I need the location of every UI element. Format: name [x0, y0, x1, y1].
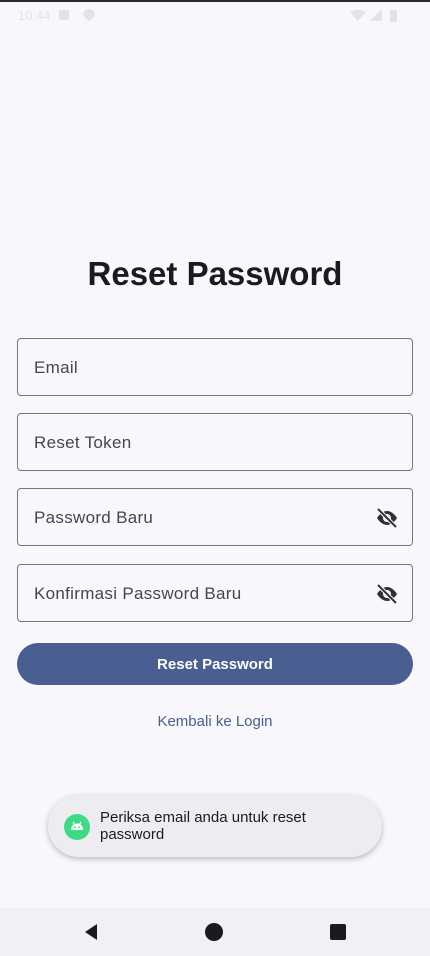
android-icon [64, 814, 90, 840]
wifi-icon [350, 9, 366, 21]
home-icon[interactable] [204, 922, 224, 942]
recents-icon[interactable] [328, 922, 348, 942]
email-field-label: Email [34, 358, 79, 377]
battery-icon [390, 10, 397, 22]
location-icon [83, 9, 95, 21]
visibility-off-icon[interactable] [374, 506, 400, 530]
reset-token-field-label: Reset Token [34, 433, 132, 452]
new-password-field-label: Password Baru [34, 508, 154, 527]
visibility-off-icon[interactable] [374, 582, 400, 606]
status-right-icons [350, 9, 397, 22]
confirm-password-field[interactable]: Konfirmasi Password Baru [17, 564, 413, 622]
back-to-login-link[interactable]: Kembali ke Login [0, 713, 430, 730]
status-left-icons [59, 9, 95, 21]
status-time: 10:44 [18, 8, 51, 23]
confirm-password-field-label: Konfirmasi Password Baru [34, 584, 242, 603]
navigation-bar [0, 908, 430, 956]
page-title: Reset Password [87, 255, 343, 292]
settings-icon [59, 10, 69, 20]
status-bar: 10:44 [0, 2, 430, 26]
email-field[interactable]: Email [17, 338, 413, 396]
reset-password-button[interactable]: Reset Password [17, 643, 413, 685]
signal-icon [370, 9, 382, 21]
toast-message: Periksa email anda untuk reset password [100, 809, 306, 843]
toast: Periksa email anda untuk reset password [48, 795, 382, 857]
new-password-field[interactable]: Password Baru [17, 488, 413, 546]
back-icon[interactable] [81, 922, 101, 942]
reset-token-field[interactable]: Reset Token [17, 413, 413, 471]
